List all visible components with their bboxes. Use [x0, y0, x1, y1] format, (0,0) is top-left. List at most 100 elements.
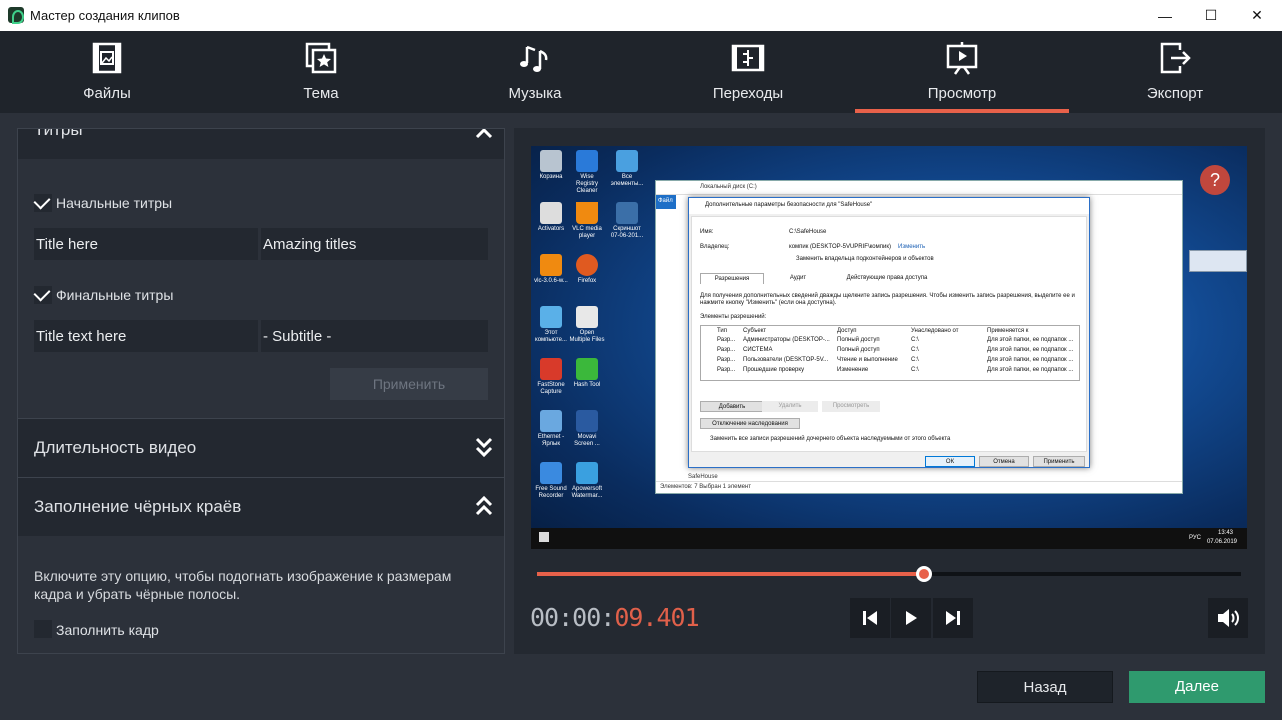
desktop-icon: Этот компьюте...: [533, 306, 569, 344]
dialog-ok-button[interactable]: ОК: [925, 456, 975, 467]
music-icon: [520, 45, 548, 72]
next-button[interactable]: [933, 598, 973, 638]
taskbar-time: 13:43: [1217, 530, 1233, 536]
tab-theme[interactable]: Тема: [214, 31, 428, 113]
files-icon: [92, 42, 122, 74]
chevron-up-icon[interactable]: [474, 128, 494, 147]
minimize-button[interactable]: —: [1142, 0, 1188, 31]
desktop-icon: Open Multiple Files: [569, 306, 605, 344]
duration-section-header[interactable]: Длительность видео: [18, 419, 504, 477]
desktop-icon: Скриншот 07-06-201...: [609, 202, 645, 240]
desktop-icon: Wise Registry Cleaner: [569, 150, 605, 195]
tab-files[interactable]: Файлы: [0, 31, 214, 113]
tab-label: Музыка: [508, 85, 562, 102]
explorer-file-tab: Файл: [656, 195, 676, 209]
next-step-button[interactable]: Далее: [1129, 671, 1265, 703]
dialog-remove-button[interactable]: Удалить: [762, 401, 818, 412]
dialog-owner-change-link: Изменить: [898, 244, 926, 250]
opening-titles-checkbox[interactable]: [34, 194, 52, 212]
closing-title-value: Title text here: [36, 328, 127, 345]
tab-preview[interactable]: Просмотр: [855, 31, 1069, 113]
chevron-double-up-icon[interactable]: [474, 494, 494, 518]
wizard-tabs: Файлы Тема Музыка Переходы Просмотр Эксп…: [0, 31, 1282, 113]
closing-subtitle-input[interactable]: - Subtitle -: [261, 320, 488, 352]
permissions-table: Тип Субъект Доступ Унаследовано от Приме…: [700, 325, 1080, 381]
table-row[interactable]: Разр... Прошедшие проверку Изменение C:\ Для…: [701, 367, 1079, 376]
apply-titles-button[interactable]: Применить: [330, 368, 488, 400]
dialog-cancel-button[interactable]: Отмена: [979, 456, 1029, 467]
explorer-title: Локальный диск (C:): [656, 181, 1182, 195]
fill-description: Включите эту опцию, чтобы подогнать изоб…: [34, 568, 452, 602]
chevron-double-down-icon[interactable]: [474, 435, 494, 459]
dialog-view-button[interactable]: Просмотреть: [822, 401, 880, 412]
opening-title-input[interactable]: Title here: [34, 228, 258, 260]
tab-transitions[interactable]: Переходы: [641, 31, 855, 113]
skip-forward-icon: [946, 611, 960, 625]
dialog-apply-button[interactable]: Применить: [1033, 456, 1085, 467]
desktop-icon: Activators: [533, 202, 569, 233]
opening-subtitle-input[interactable]: Amazing titles: [261, 228, 488, 260]
tab-label: Просмотр: [927, 85, 997, 102]
desktop-icon: Ethernet - Ярлык: [533, 410, 569, 448]
dialog-owner-label: Владелец:: [700, 244, 730, 250]
dialog-disable-inheritance-button[interactable]: Отключение наследования: [700, 418, 800, 429]
previous-button[interactable]: [850, 598, 890, 638]
titles-section-header[interactable]: Титры: [18, 128, 504, 159]
titles-section-title: Титры: [34, 128, 83, 139]
fill-section-header[interactable]: Заполнение чёрных краёв: [18, 478, 504, 536]
dialog-name-value: C:\SafeHouse: [789, 229, 827, 235]
desktop-icon: vlc-3.0.6-w...: [533, 254, 569, 285]
fill-frame-checkbox[interactable]: [34, 620, 52, 638]
desktop-icon: Все элементы...: [609, 150, 645, 188]
dialog-owner-value: компик (DESKTOP-5VUPRIF\компик): [789, 244, 891, 250]
dialog-name-label: Имя:: [700, 229, 714, 235]
taskbar: РУС 13:43 07.06.2019: [531, 528, 1247, 549]
closing-titles-label: Финальные титры: [56, 287, 174, 303]
desktop-icon: Free Sound Recorder: [533, 462, 569, 500]
faststone-capture-toolbar: [1189, 250, 1247, 272]
volume-button[interactable]: [1208, 598, 1248, 638]
title-bar: Мастер создания клипов — ☐ ✕: [0, 0, 1282, 31]
closing-title-input[interactable]: Title text here: [34, 320, 258, 352]
maximize-button[interactable]: ☐: [1188, 0, 1234, 31]
closing-titles-checkbox[interactable]: [34, 286, 52, 304]
back-button[interactable]: Назад: [977, 671, 1113, 703]
active-tab-indicator: [855, 109, 1069, 113]
table-row[interactable]: Разр... Администраторы (DESKTOP-... Полный…: [701, 337, 1079, 346]
timecode-dim: 00:00:: [530, 603, 615, 632]
table-row[interactable]: Разр... Пользователи (DESKTOP-5V... Чтение…: [701, 357, 1079, 366]
play-icon: [906, 611, 917, 625]
tab-music[interactable]: Музыка: [428, 31, 642, 113]
app-icon: [8, 7, 24, 24]
dialog-tab-effective: Действующие права доступа: [846, 275, 928, 281]
dialog-replace-children: Заменить все записи разрешений дочернего…: [710, 436, 951, 442]
close-button[interactable]: ✕: [1234, 0, 1280, 31]
help-icon[interactable]: ?: [1200, 165, 1230, 195]
settings-panel: Титры Начальные титры Title here Amazing…: [17, 128, 505, 654]
security-dialog: Дополнительные параметры безопасности дл…: [688, 197, 1090, 468]
col-type: Тип: [717, 328, 728, 334]
dialog-tab-permissions: Разрешения: [700, 273, 764, 284]
dialog-info: Для получения дополнительных сведений дв…: [700, 293, 1075, 306]
tab-label: Переходы: [712, 85, 784, 102]
col-access: Доступ: [837, 328, 857, 334]
tab-export[interactable]: Экспорт: [1068, 31, 1282, 113]
explorer-item: SafeHouse: [688, 474, 718, 480]
table-row[interactable]: Разр... СИСТЕМА Полный доступ C:\ Для этой п…: [701, 347, 1079, 356]
desktop-icon: FastStone Capture: [533, 358, 569, 396]
desktop-icon: Hash Tool: [569, 358, 605, 389]
desktop-icon: Apowersoft Watermar...: [569, 462, 605, 500]
dialog-add-button[interactable]: Добавить: [700, 401, 764, 412]
desktop-icon: Movavi Screen ...: [569, 410, 605, 448]
desktop-icon: VLC media player: [569, 202, 605, 240]
volume-icon: [1218, 609, 1239, 627]
windows-start-icon: [539, 532, 549, 542]
skip-back-icon: [863, 611, 877, 625]
desktop-icon: Корзина: [533, 150, 569, 181]
preview-icon: [946, 42, 978, 75]
window-title: Мастер создания клипов: [30, 8, 180, 23]
dialog-tab-audit: Аудит: [789, 275, 807, 281]
col-inherited: Унаследовано от: [911, 328, 959, 334]
duration-section-title: Длительность видео: [34, 438, 197, 457]
play-button[interactable]: [891, 598, 931, 638]
